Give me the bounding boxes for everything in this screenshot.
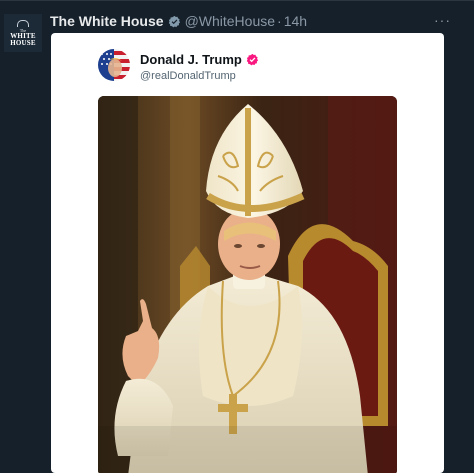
quoted-post-card[interactable]: Donald J. Trump @realDonaldTrump — [51, 33, 444, 473]
pope-portrait-image — [98, 96, 397, 473]
post-header: The White House @WhiteHouse · 14h — [50, 11, 307, 31]
author-name[interactable]: The White House — [50, 13, 164, 29]
flag-portrait-icon — [98, 49, 130, 81]
more-icon[interactable]: ··· — [434, 12, 451, 28]
avatar-text-line3: HOUSE — [10, 38, 36, 47]
verified-badge-pink-icon — [246, 53, 258, 66]
post-image[interactable] — [98, 96, 397, 473]
post-timestamp[interactable]: 14h — [284, 13, 307, 29]
top-divider — [0, 0, 474, 1]
author-avatar[interactable]: The WHITE HOUSE — [4, 14, 42, 52]
separator-dot: · — [277, 13, 282, 29]
quoted-author-name-row: Donald J. Trump — [140, 52, 259, 67]
quoted-author-name[interactable]: Donald J. Trump — [140, 52, 242, 67]
quoted-author-avatar[interactable] — [98, 49, 130, 81]
crest-icon — [17, 19, 29, 27]
author-handle[interactable]: @WhiteHouse — [185, 13, 275, 29]
verified-badge-icon — [168, 15, 180, 27]
quoted-author-handle[interactable]: @realDonaldTrump — [140, 70, 236, 82]
